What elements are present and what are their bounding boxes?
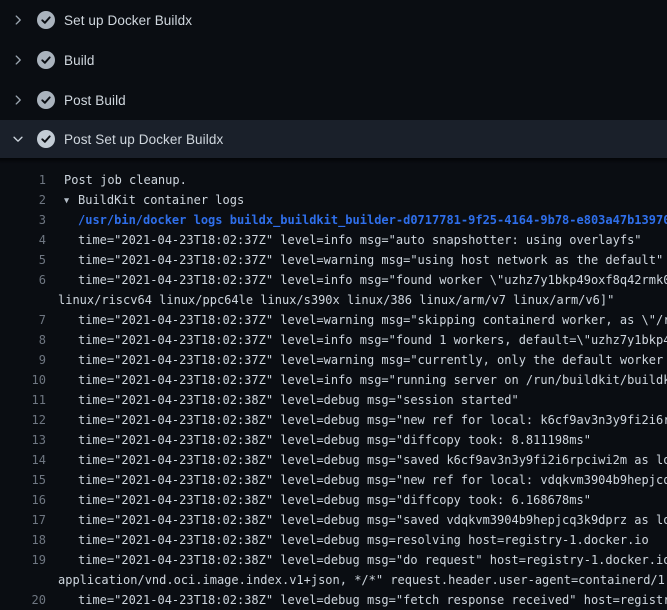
line-number[interactable]: 7 xyxy=(0,310,46,330)
chevron-down-icon xyxy=(10,131,26,147)
step-label: Build xyxy=(64,53,95,68)
log-text: time="2021-04-23T18:02:37Z" level=info m… xyxy=(46,370,667,390)
line-number[interactable]: 12 xyxy=(0,410,46,430)
check-circle-icon xyxy=(37,91,55,109)
log-text: time="2021-04-23T18:02:37Z" level=warnin… xyxy=(46,250,667,270)
log-row: 9time="2021-04-23T18:02:37Z" level=warni… xyxy=(0,350,667,370)
collapse-triangle-icon[interactable]: ▼ xyxy=(64,191,78,210)
line-number[interactable]: 11 xyxy=(0,390,46,410)
log-row: 15time="2021-04-23T18:02:38Z" level=debu… xyxy=(0,470,667,490)
line-number[interactable]: 5 xyxy=(0,250,46,270)
log-row: 20time="2021-04-23T18:02:38Z" level=debu… xyxy=(0,590,667,610)
log-row: 8time="2021-04-23T18:02:37Z" level=info … xyxy=(0,330,667,350)
line-number xyxy=(0,290,46,310)
log-text: ▼BuildKit container logs xyxy=(46,190,667,210)
log-text: time="2021-04-23T18:02:38Z" level=debug … xyxy=(46,430,667,450)
log-text: time="2021-04-23T18:02:37Z" level=info m… xyxy=(46,330,667,350)
log-lines: 1Post job cleanup.2▼BuildKit container l… xyxy=(0,164,667,610)
line-number xyxy=(0,570,46,590)
log-row: 17time="2021-04-23T18:02:38Z" level=debu… xyxy=(0,510,667,530)
log-row: 5time="2021-04-23T18:02:37Z" level=warni… xyxy=(0,250,667,270)
chevron-right-icon xyxy=(10,12,26,28)
check-circle-icon xyxy=(37,11,55,29)
log-row: 14time="2021-04-23T18:02:38Z" level=debu… xyxy=(0,450,667,470)
log-text: linux/riscv64 linux/ppc64le linux/s390x … xyxy=(46,290,667,310)
log-command-text: /usr/bin/docker logs buildx_buildkit_bui… xyxy=(46,210,667,230)
log-row: application/vnd.oci.image.index.v1+json,… xyxy=(0,570,667,590)
log-text: time="2021-04-23T18:02:38Z" level=debug … xyxy=(46,470,667,490)
log-row: 2▼BuildKit container logs xyxy=(0,190,667,210)
log-text: time="2021-04-23T18:02:38Z" level=debug … xyxy=(46,550,667,570)
step-row-post-build[interactable]: Post Build xyxy=(0,80,667,120)
log-group-title: BuildKit container logs xyxy=(78,193,244,207)
line-number[interactable]: 10 xyxy=(0,370,46,390)
log-row: 3/usr/bin/docker logs buildx_buildkit_bu… xyxy=(0,210,667,230)
log-row: 7time="2021-04-23T18:02:37Z" level=warni… xyxy=(0,310,667,330)
log-text: time="2021-04-23T18:02:38Z" level=debug … xyxy=(46,530,667,550)
line-number[interactable]: 13 xyxy=(0,430,46,450)
log-row: 10time="2021-04-23T18:02:37Z" level=info… xyxy=(0,370,667,390)
log-text: application/vnd.oci.image.index.v1+json,… xyxy=(46,570,667,590)
log-row: 11time="2021-04-23T18:02:38Z" level=debu… xyxy=(0,390,667,410)
line-number[interactable]: 3 xyxy=(0,210,46,230)
log-row: 1Post job cleanup. xyxy=(0,170,667,190)
step-label: Set up Docker Buildx xyxy=(64,13,192,28)
log-text: time="2021-04-23T18:02:37Z" level=info m… xyxy=(46,230,667,250)
line-number[interactable]: 4 xyxy=(0,230,46,250)
step-row-build[interactable]: Build xyxy=(0,40,667,80)
log-text: time="2021-04-23T18:02:38Z" level=debug … xyxy=(46,390,667,410)
step-row-post-setup-docker-buildx[interactable]: Post Set up Docker Buildx xyxy=(0,120,667,158)
log-row: 18time="2021-04-23T18:02:38Z" level=debu… xyxy=(0,530,667,550)
chevron-right-icon xyxy=(10,52,26,68)
log-row: 6time="2021-04-23T18:02:37Z" level=info … xyxy=(0,270,667,290)
line-number[interactable]: 20 xyxy=(0,590,46,610)
log-text: time="2021-04-23T18:02:38Z" level=debug … xyxy=(46,450,667,470)
log-text: time="2021-04-23T18:02:38Z" level=debug … xyxy=(46,510,667,530)
line-number[interactable]: 9 xyxy=(0,350,46,370)
log-text: time="2021-04-23T18:02:38Z" level=debug … xyxy=(46,490,667,510)
step-label: Post Set up Docker Buildx xyxy=(64,132,223,147)
line-number[interactable]: 6 xyxy=(0,270,46,290)
log-row: 16time="2021-04-23T18:02:38Z" level=debu… xyxy=(0,490,667,510)
step-label: Post Build xyxy=(64,93,126,108)
log-row: 13time="2021-04-23T18:02:38Z" level=debu… xyxy=(0,430,667,450)
log-text: time="2021-04-23T18:02:37Z" level=warnin… xyxy=(46,350,667,370)
line-number[interactable]: 14 xyxy=(0,450,46,470)
log-text: time="2021-04-23T18:02:37Z" level=info m… xyxy=(46,270,667,290)
log-row: 19time="2021-04-23T18:02:38Z" level=debu… xyxy=(0,550,667,570)
chevron-right-icon xyxy=(10,92,26,108)
log-row: linux/riscv64 linux/ppc64le linux/s390x … xyxy=(0,290,667,310)
check-circle-icon xyxy=(37,51,55,69)
log-text: Post job cleanup. xyxy=(46,170,667,190)
line-number[interactable]: 2 xyxy=(0,190,46,210)
line-number[interactable]: 16 xyxy=(0,490,46,510)
log-text: time="2021-04-23T18:02:37Z" level=warnin… xyxy=(46,310,667,330)
line-number[interactable]: 19 xyxy=(0,550,46,570)
line-number[interactable]: 18 xyxy=(0,530,46,550)
line-number[interactable]: 1 xyxy=(0,170,46,190)
log-text: time="2021-04-23T18:02:38Z" level=debug … xyxy=(46,590,667,610)
log-row: 12time="2021-04-23T18:02:38Z" level=debu… xyxy=(0,410,667,430)
log-text: time="2021-04-23T18:02:38Z" level=debug … xyxy=(46,410,667,430)
line-number[interactable]: 8 xyxy=(0,330,46,350)
line-number[interactable]: 15 xyxy=(0,470,46,490)
line-number[interactable]: 17 xyxy=(0,510,46,530)
step-row-setup-docker-buildx[interactable]: Set up Docker Buildx xyxy=(0,0,667,40)
log-row: 4time="2021-04-23T18:02:37Z" level=info … xyxy=(0,230,667,250)
step-list: Set up Docker Buildx Build Post Build Po… xyxy=(0,0,667,610)
check-circle-icon xyxy=(37,130,55,148)
